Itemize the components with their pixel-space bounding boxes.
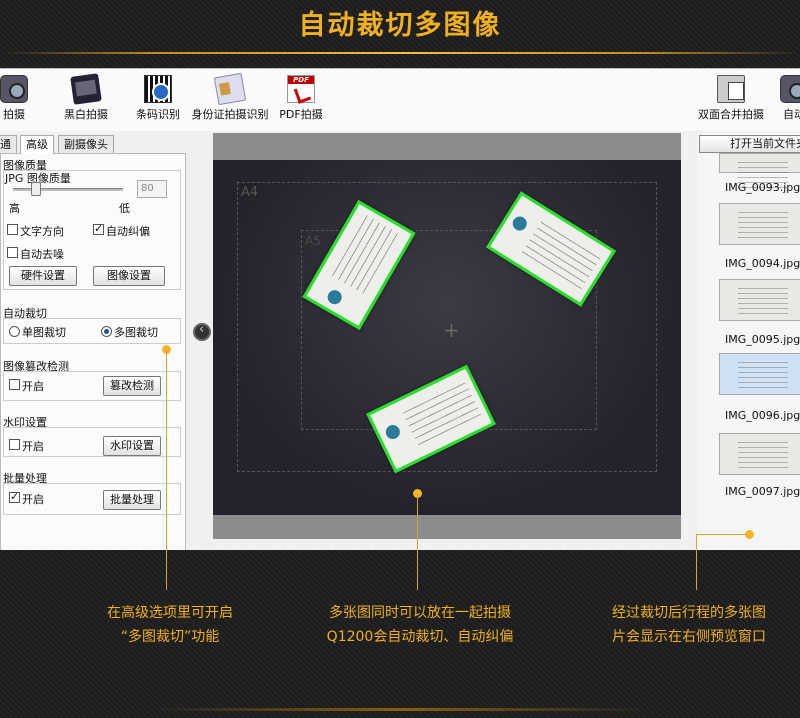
toolbar-pdf-button[interactable]: PDF拍摄 — [276, 75, 326, 122]
text-direction-checkbox[interactable] — [7, 224, 18, 235]
caption-right: 经过裁切后行程的多张图 片会显示在右侧预览窗口 — [578, 601, 800, 649]
toolbar-label: PDF拍摄 — [279, 108, 323, 121]
callout-line-left — [166, 350, 167, 590]
callout-line-center — [417, 494, 418, 590]
thumbnail-filename: IMG_0095.jpg — [725, 333, 800, 346]
auto-deskew-label: 自动纠偏 — [106, 225, 150, 238]
thumbnail-filename: IMG_0093.jpg — [725, 181, 800, 194]
tamper-check-button[interactable]: 篡改检测 — [103, 376, 161, 396]
multi-crop-label: 多图裁切 — [114, 326, 158, 339]
toolbar: 拍摄 黑白拍摄 条码识别 身份证拍摄识别 PDF拍摄 双面合并拍摄 自动 — [0, 69, 800, 131]
toolbar-id-card-button[interactable]: 身份证拍摄识别 — [190, 72, 270, 122]
pdf-icon — [287, 75, 315, 103]
toolbar-label: 条码识别 — [136, 108, 180, 121]
thumbnail-panel: 打开当前文件夹 IMG_0093.jpg IMG_0094.jpg IMG_00… — [697, 133, 800, 550]
id-card-icon — [213, 72, 247, 106]
collapse-panel-icon[interactable] — [193, 322, 211, 341]
tamper-enable-label: 开启 — [22, 380, 44, 393]
tab-secondary-camera[interactable]: 副摄像头 — [58, 135, 114, 153]
crosshair-icon: + — [443, 318, 460, 342]
caption-center: 多张图同时可以放在一起拍摄 Q1200会自动裁切、自动纠偏 — [290, 601, 550, 649]
page-header: 自动裁切多图像 — [0, 0, 800, 56]
batch-enable-label: 开启 — [22, 493, 44, 506]
caption-right-line1: 经过裁切后行程的多张图 — [612, 605, 766, 621]
watermark-enable-label: 开启 — [22, 440, 44, 453]
toolbar-label: 黑白拍摄 — [64, 108, 108, 121]
callout-line-right-h — [696, 534, 746, 535]
preview-canvas: A4 A5 + — [213, 160, 681, 515]
open-folder-button[interactable]: 打开当前文件夹 — [699, 135, 800, 153]
tamper-enable-checkbox[interactable] — [9, 379, 20, 390]
toolbar-bw-capture-button[interactable]: 黑白拍摄 — [58, 73, 114, 122]
caption-left: 在高级选项里可开启 “多图裁切”功能 — [60, 601, 280, 649]
caption-left-line1: 在高级选项里可开启 — [107, 605, 233, 621]
thumbnail-filename: IMG_0097.jpg — [725, 485, 800, 498]
quality-high-label: 高 — [9, 202, 20, 215]
caption-center-line2: Q1200会自动裁切、自动纠偏 — [326, 629, 514, 645]
toolbar-label: 双面合并拍摄 — [698, 108, 764, 121]
hardware-settings-button[interactable]: 硬件设置 — [9, 266, 77, 286]
toolbar-label: 身份证拍摄识别 — [191, 108, 269, 121]
header-rule — [0, 52, 800, 54]
auto-denoise-checkbox[interactable] — [7, 247, 18, 258]
single-crop-radio[interactable] — [9, 326, 20, 337]
tab-advanced[interactable]: 高级 — [20, 135, 54, 154]
tab-general[interactable]: 通 — [0, 135, 17, 153]
duplex-icon — [717, 75, 745, 103]
toolbar-label: 自动 — [783, 108, 800, 121]
watermark-enable-checkbox[interactable] — [9, 439, 20, 450]
toolbar-label: 拍摄 — [3, 108, 25, 121]
quality-low-label: 低 — [119, 202, 130, 215]
camera-icon — [0, 75, 28, 103]
callout-line-right — [696, 534, 697, 590]
camera-preview: A4 A5 + — [213, 133, 681, 539]
jpg-quality-slider-track[interactable] — [13, 188, 123, 191]
thumbnail-item[interactable] — [719, 203, 800, 245]
jpg-quality-slider-thumb[interactable] — [31, 182, 41, 196]
auto-icon — [780, 75, 800, 103]
thumbnail-filename: IMG_0096.jpg — [725, 409, 800, 422]
batch-process-button[interactable]: 批量处理 — [103, 490, 161, 510]
advanced-settings-panel: 图像质量 JPG 图像质量 80 高 低 文字方向 自动纠偏 自动去噪 硬件设置… — [0, 153, 186, 550]
caption-left-line2: “多图裁切”功能 — [120, 629, 220, 645]
batch-enable-checkbox[interactable] — [9, 490, 20, 503]
footer-rule — [150, 708, 650, 711]
caption-right-line2: 片会显示在右侧预览窗口 — [612, 629, 766, 645]
photo-icon — [70, 73, 102, 105]
callout-dot-right — [745, 530, 754, 539]
barcode-icon — [144, 75, 172, 103]
thumbnail-item[interactable] — [719, 353, 800, 395]
caption-center-line1: 多张图同时可以放在一起拍摄 — [329, 605, 511, 621]
multi-crop-radio[interactable] — [101, 326, 112, 337]
text-direction-label: 文字方向 — [20, 225, 64, 238]
watermark-settings-button[interactable]: 水印设置 — [103, 436, 161, 456]
thumbnail-item[interactable] — [719, 153, 800, 188]
app-screenshot: 拍摄 黑白拍摄 条码识别 身份证拍摄识别 PDF拍摄 双面合并拍摄 自动 通 高… — [0, 68, 800, 550]
thumbnail-filename: IMG_0094.jpg — [725, 257, 800, 270]
auto-denoise-label: 自动去噪 — [20, 248, 64, 261]
single-crop-label: 单图裁切 — [22, 326, 66, 339]
thumbnail-item[interactable] — [719, 433, 800, 475]
settings-tabs: 通 高级 副摄像头 — [0, 135, 190, 154]
image-settings-button[interactable]: 图像设置 — [93, 266, 165, 286]
toolbar-auto-button[interactable]: 自动 — [774, 75, 800, 122]
toolbar-capture-button[interactable]: 拍摄 — [0, 75, 34, 122]
page-title: 自动裁切多图像 — [298, 10, 502, 41]
toolbar-duplex-button[interactable]: 双面合并拍摄 — [694, 75, 768, 122]
thumbnail-item[interactable] — [719, 279, 800, 321]
auto-deskew-checkbox[interactable] — [93, 222, 104, 235]
toolbar-barcode-button[interactable]: 条码识别 — [130, 75, 186, 122]
jpg-quality-value[interactable]: 80 — [137, 180, 167, 198]
